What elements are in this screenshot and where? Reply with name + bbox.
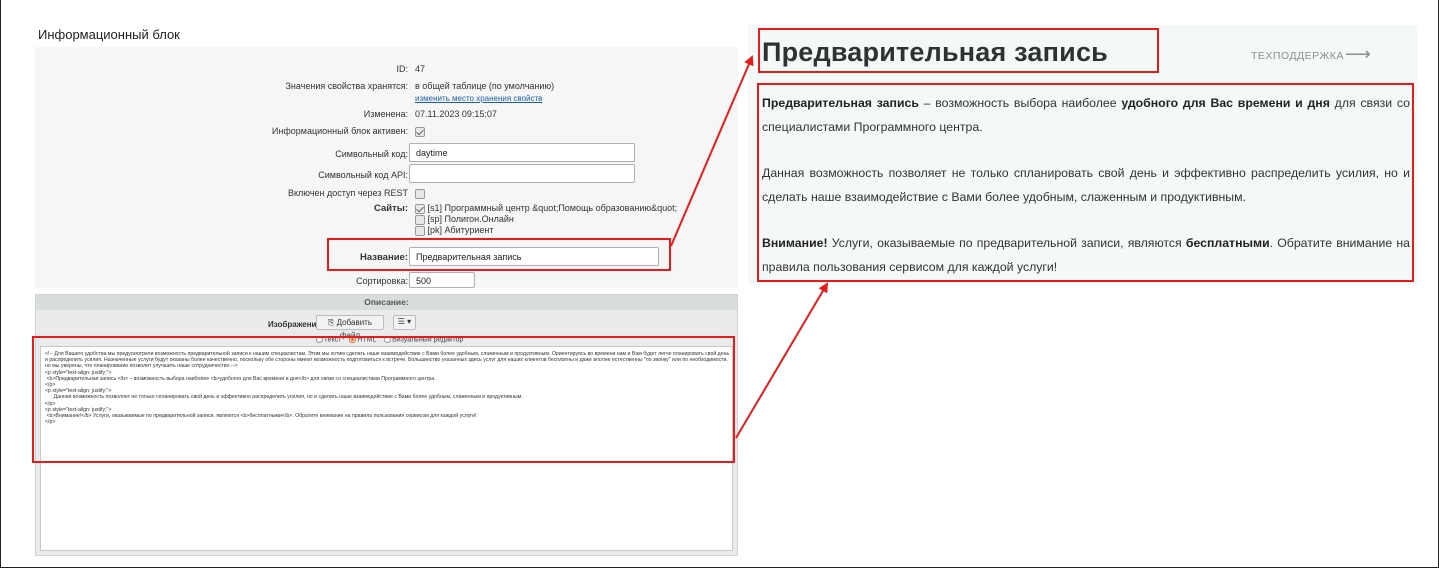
- active-label: Информационный блок активен:: [271, 126, 408, 136]
- code-label: Символьный код:: [335, 149, 408, 159]
- body-highlight-box: [757, 83, 1414, 282]
- id-value: 47: [415, 64, 426, 74]
- arrow-right-icon[interactable]: ⟶: [1345, 44, 1371, 65]
- sort-label: Сортировка:: [356, 276, 408, 286]
- description-header: Описание:: [36, 295, 737, 310]
- name-highlight-box: [327, 238, 671, 271]
- code-input[interactable]: daytime: [409, 143, 635, 162]
- api-code-label: Символьный код API:: [318, 170, 408, 180]
- site-pk-label: [pk] Абитуриент: [427, 225, 494, 235]
- storage-row: Значения свойства хранятся: в общей табл…: [35, 80, 738, 108]
- rest-checkbox[interactable]: [415, 188, 425, 199]
- support-link[interactable]: ТЕХПОДДЕРЖКА: [1251, 50, 1344, 62]
- title-highlight-box: [758, 28, 1159, 73]
- site-item: [s1] Программный центр &quot;Помощь обра…: [415, 203, 677, 214]
- id-label: ID:: [396, 64, 408, 74]
- site-sp-label: [sp] Полигон.Онлайн: [427, 214, 514, 224]
- site-sp-checkbox[interactable]: [415, 214, 425, 225]
- storage-value: в общей таблице (по умолчанию) изменить …: [415, 80, 554, 105]
- active-row: Информационный блок активен:: [35, 125, 738, 145]
- paperclip-icon: ⎘: [328, 318, 335, 327]
- sites-label: Сайты:: [373, 203, 408, 214]
- rest-label: Включен доступ через REST: [287, 188, 408, 198]
- storage-value-text: в общей таблице (по умолчанию): [415, 81, 555, 91]
- sites-row: Сайты: [s1] Программный центр &quot;Помо…: [35, 203, 738, 243]
- sort-input[interactable]: 500: [409, 272, 475, 288]
- code-highlight-box: [32, 336, 735, 463]
- site-item: [sp] Полигон.Онлайн: [415, 214, 677, 225]
- modified-value: 07.11.2023 09:15:07: [415, 109, 497, 119]
- add-file-button[interactable]: ⎘ Добавить файл: [316, 315, 384, 340]
- api-code-input[interactable]: [409, 164, 635, 183]
- sites-list: [s1] Программный центр &quot;Помощь обра…: [415, 203, 677, 236]
- site-s1-label: [s1] Программный центр &quot;Помощь обра…: [427, 203, 678, 213]
- api-code-row: Символьный код API:: [35, 164, 738, 184]
- active-checkbox[interactable]: [415, 126, 425, 137]
- change-storage-link[interactable]: изменить место хранения свойств: [415, 94, 542, 103]
- site-s1-checkbox[interactable]: [415, 203, 425, 214]
- page-title: Информационный блок: [38, 27, 180, 42]
- file-menu-button[interactable]: ☰ ▾: [393, 315, 416, 330]
- image-row: Изображение: ⎘ Добавить файл ☰ ▾: [36, 315, 737, 340]
- site-item: [pk] Абитуриент: [415, 225, 677, 236]
- site-pk-checkbox[interactable]: [415, 225, 425, 236]
- storage-label: Значения свойства хранятся:: [285, 81, 408, 91]
- modified-label: Изменена:: [363, 109, 408, 119]
- sort-row: Сортировка: 500: [35, 272, 738, 292]
- code-row: Символьный код: daytime: [35, 143, 738, 163]
